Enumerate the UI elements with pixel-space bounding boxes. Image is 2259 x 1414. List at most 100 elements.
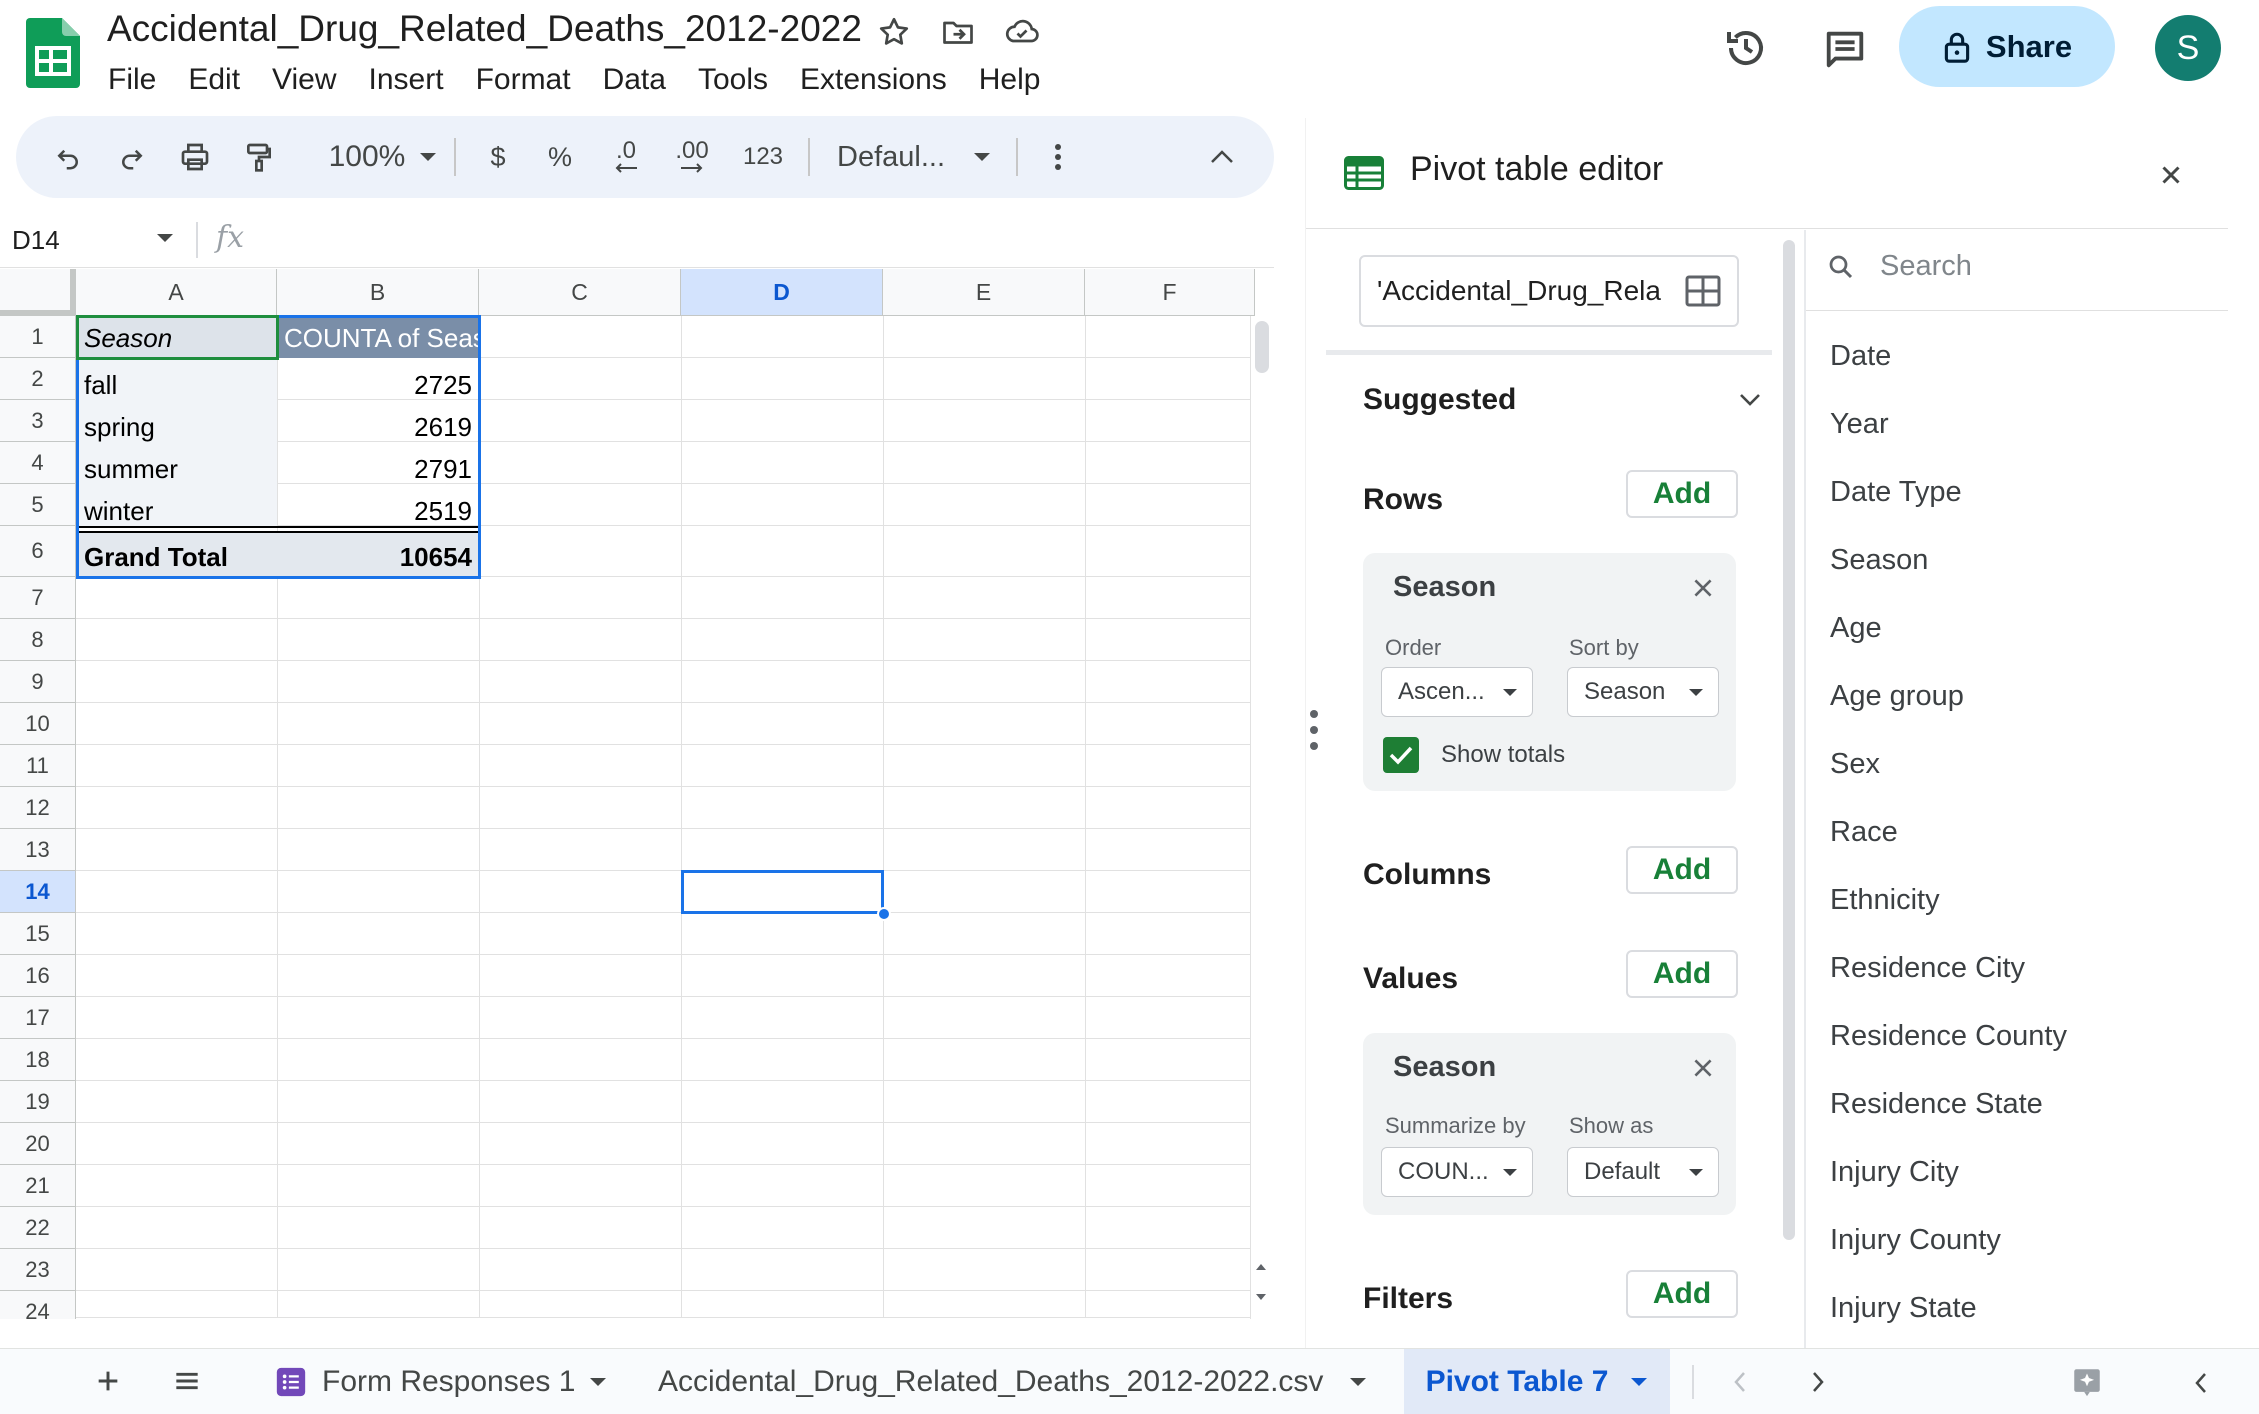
filters-add-button[interactable]: Add — [1626, 1270, 1738, 1318]
explore-icon[interactable] — [2070, 1365, 2104, 1399]
cell-b2[interactable]: 2725 — [278, 365, 478, 405]
row-header-16[interactable]: 16 — [0, 955, 76, 997]
sheet-tab-form-responses[interactable]: Form Responses 1 — [274, 1349, 607, 1414]
cell-a4[interactable]: summer — [78, 449, 276, 489]
redo-icon[interactable] — [112, 116, 152, 198]
row-header-5[interactable]: 5 — [0, 484, 76, 526]
all-sheets-icon[interactable] — [170, 1365, 204, 1397]
spreadsheet-grid[interactable]: A B C D E F 1 2 3 4 5 6 7 8 9 10 11 12 13 14 15 16 17 18 1… — [0, 269, 1274, 1319]
percent-format-button[interactable]: % — [538, 116, 582, 198]
row-header-24[interactable]: 24 — [0, 1291, 76, 1319]
rows-add-button[interactable]: Add — [1626, 470, 1738, 518]
column-header-b[interactable]: B — [277, 269, 479, 316]
chevron-down-icon[interactable] — [1738, 392, 1762, 408]
field-item[interactable]: Year — [1830, 408, 1889, 441]
field-item[interactable]: Residence City — [1830, 952, 2025, 985]
paint-format-icon[interactable] — [238, 116, 280, 198]
menu-extensions[interactable]: Extensions — [784, 58, 963, 102]
cell-a6[interactable]: Grand Total — [78, 537, 276, 577]
menu-data[interactable]: Data — [587, 58, 682, 102]
scroll-tabs-left-icon[interactable] — [1728, 1367, 1752, 1397]
remove-value-field-icon[interactable] — [1690, 1055, 1716, 1081]
add-sheet-icon[interactable] — [92, 1365, 124, 1397]
field-item[interactable]: Ethnicity — [1830, 884, 1940, 917]
sheet-tab-csv[interactable]: Accidental_Drug_Related_Deaths_2012-2022… — [658, 1349, 1367, 1414]
cloud-saved-icon[interactable] — [1002, 14, 1042, 50]
field-item[interactable]: Residence County — [1830, 1020, 2067, 1053]
row-header-9[interactable]: 9 — [0, 661, 76, 703]
cell-b3[interactable]: 2619 — [278, 407, 478, 447]
select-range-icon[interactable] — [1685, 275, 1721, 307]
menu-edit[interactable]: Edit — [172, 58, 256, 102]
editor-scroll-thumb[interactable] — [1783, 240, 1795, 1240]
row-header-14[interactable]: 14 — [0, 871, 76, 913]
avatar[interactable]: S — [2155, 15, 2221, 81]
scroll-tabs-right-icon[interactable] — [1806, 1367, 1830, 1397]
vertical-scroll-thumb[interactable] — [1255, 321, 1269, 373]
summarize-by-dropdown[interactable]: COUN... — [1381, 1147, 1533, 1197]
decrease-decimal-button[interactable]: .0 — [598, 116, 654, 198]
select-all-corner[interactable] — [0, 269, 76, 316]
show-as-dropdown[interactable]: Default — [1567, 1147, 1719, 1197]
menu-help[interactable]: Help — [963, 58, 1057, 102]
zoom-select[interactable]: 100% — [308, 116, 458, 198]
sheets-logo-icon[interactable] — [26, 18, 80, 88]
scroll-up-icon[interactable] — [1253, 1259, 1269, 1275]
menu-view[interactable]: View — [256, 58, 352, 102]
remove-row-field-icon[interactable] — [1690, 575, 1716, 601]
column-header-c[interactable]: C — [479, 269, 681, 316]
cell-b5[interactable]: 2519 — [278, 491, 478, 531]
selected-cell-d14[interactable] — [681, 870, 884, 914]
more-options-icon[interactable] — [1038, 116, 1078, 198]
field-item[interactable]: Residence State — [1830, 1088, 2043, 1121]
row-header-17[interactable]: 17 — [0, 997, 76, 1039]
document-title[interactable]: Accidental_Drug_Related_Deaths_2012-2022 — [107, 8, 862, 50]
row-header-12[interactable]: 12 — [0, 787, 76, 829]
increase-decimal-button[interactable]: .00 — [662, 116, 722, 198]
menu-insert[interactable]: Insert — [353, 58, 460, 102]
show-totals-checkbox[interactable] — [1383, 737, 1419, 773]
row-header-11[interactable]: 11 — [0, 745, 76, 787]
column-header-d[interactable]: D — [681, 269, 883, 316]
fill-handle[interactable] — [877, 907, 891, 921]
field-search-input[interactable]: Search — [1880, 250, 2220, 290]
row-header-20[interactable]: 20 — [0, 1123, 76, 1165]
share-button[interactable]: Share — [1899, 6, 2115, 87]
columns-add-button[interactable]: Add — [1626, 846, 1738, 894]
cell-b6[interactable]: 10654 — [278, 537, 478, 577]
field-item[interactable]: Age group — [1830, 680, 1964, 713]
horizontal-scrollbar[interactable] — [76, 1317, 1250, 1319]
values-add-button[interactable]: Add — [1626, 950, 1738, 998]
move-folder-icon[interactable] — [940, 14, 976, 50]
cell-a5[interactable]: winter — [78, 491, 276, 531]
row-header-18[interactable]: 18 — [0, 1039, 76, 1081]
column-header-a[interactable]: A — [76, 269, 277, 316]
field-item[interactable]: Injury State — [1830, 1292, 1977, 1325]
scroll-down-icon[interactable] — [1253, 1289, 1269, 1305]
close-icon[interactable] — [2156, 160, 2186, 190]
vertical-scrollbar[interactable] — [1250, 316, 1272, 1319]
column-header-e[interactable]: E — [883, 269, 1085, 316]
field-item[interactable]: Injury City — [1830, 1156, 1959, 1189]
cell-b4[interactable]: 2791 — [278, 449, 478, 489]
row-header-7[interactable]: 7 — [0, 577, 76, 619]
comments-icon[interactable] — [1822, 26, 1868, 72]
row-header-1[interactable]: 1 — [0, 316, 76, 358]
field-item[interactable]: Date — [1830, 340, 1891, 373]
row-header-19[interactable]: 19 — [0, 1081, 76, 1123]
row-header-13[interactable]: 13 — [0, 829, 76, 871]
column-header-f[interactable]: F — [1085, 269, 1255, 316]
row-header-15[interactable]: 15 — [0, 913, 76, 955]
field-item[interactable]: Season — [1830, 544, 1928, 577]
data-range-input[interactable]: 'Accidental_Drug_Rela — [1359, 255, 1739, 327]
menu-format[interactable]: Format — [460, 58, 587, 102]
currency-format-button[interactable]: $ — [476, 116, 520, 198]
collapse-toolbar-icon[interactable] — [1202, 116, 1242, 198]
number-format-button[interactable]: 123 — [728, 116, 798, 198]
version-history-icon[interactable] — [1722, 24, 1770, 72]
field-item[interactable]: Sex — [1830, 748, 1880, 781]
sort-by-dropdown[interactable]: Season — [1567, 667, 1719, 717]
row-header-23[interactable]: 23 — [0, 1249, 76, 1291]
row-header-22[interactable]: 22 — [0, 1207, 76, 1249]
row-header-8[interactable]: 8 — [0, 619, 76, 661]
